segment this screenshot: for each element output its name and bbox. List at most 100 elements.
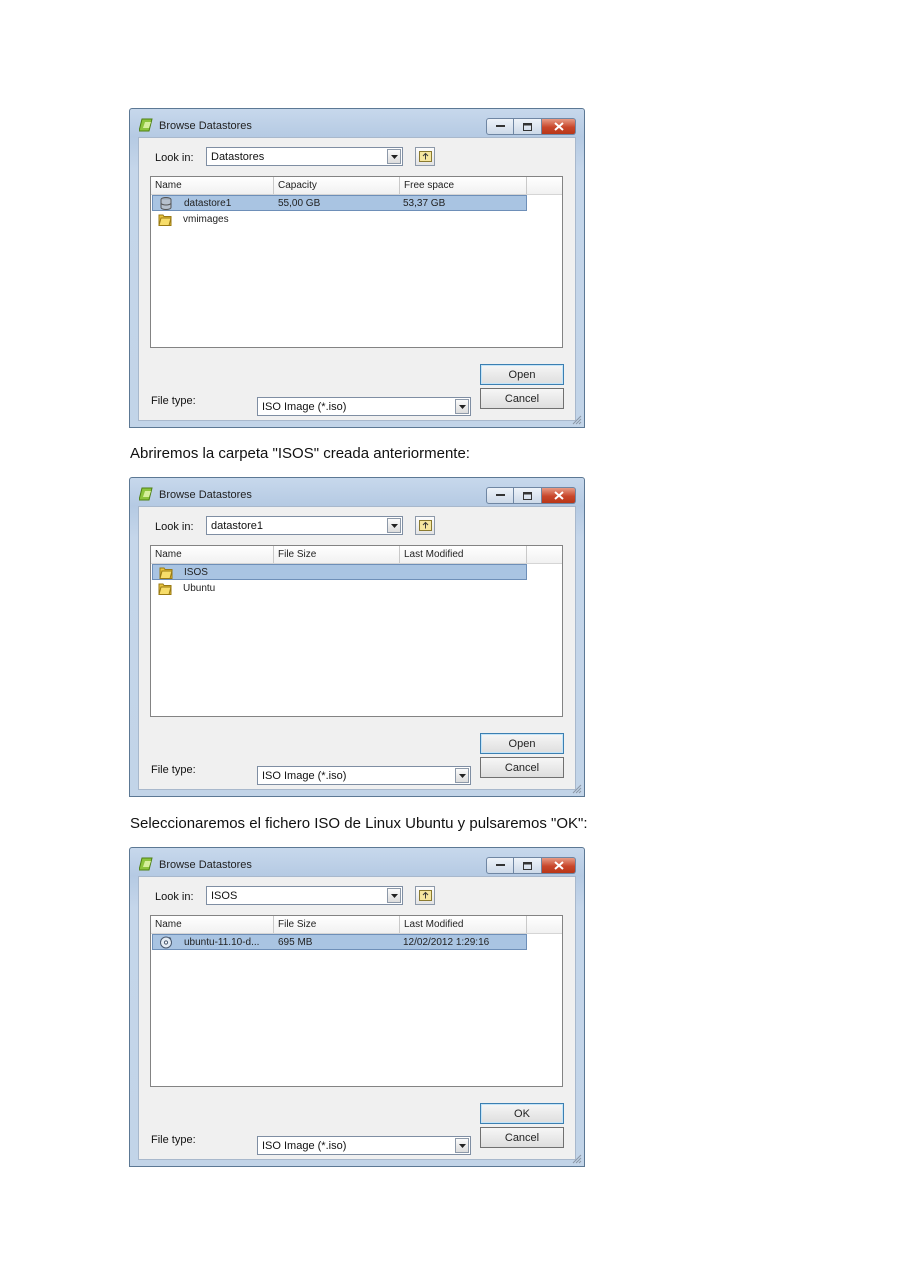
cancel-button[interactable]: Cancel <box>480 388 564 409</box>
close-icon <box>553 491 564 500</box>
column-header-filler <box>527 916 562 933</box>
chevron-down-icon[interactable] <box>455 1138 469 1153</box>
dialog-body: Look in: Datastores Name Capacity Free s… <box>138 137 576 421</box>
minimize-icon <box>495 494 505 496</box>
column-header-last-modified[interactable]: Last Modified <box>400 546 527 563</box>
resize-grip-icon[interactable] <box>570 782 582 794</box>
maximize-icon <box>523 491 532 500</box>
vsphere-app-icon <box>139 118 153 132</box>
look-in-label: Look in: <box>155 521 194 533</box>
file-type-dropdown[interactable]: ISO Image (*.iso) <box>257 397 471 416</box>
chevron-down-icon[interactable] <box>455 399 469 414</box>
list-header: Name File Size Last Modified <box>151 916 562 934</box>
dialog-title: Browse Datastores <box>159 859 252 871</box>
list-item[interactable]: ubuntu-11.10-d... 695 MB 12/02/2012 1:29… <box>152 934 527 950</box>
look-in-label: Look in: <box>155 152 194 164</box>
folder-icon <box>158 583 172 595</box>
look-in-dropdown[interactable]: Datastores <box>206 147 403 166</box>
column-header-name[interactable]: Name <box>151 546 274 563</box>
item-last-modified: 12/02/2012 1:29:16 <box>403 937 490 948</box>
minimize-icon <box>495 125 505 127</box>
dialog-title: Browse Datastores <box>159 489 252 501</box>
column-header-name[interactable]: Name <box>151 177 274 194</box>
database-icon <box>160 197 172 210</box>
vsphere-app-icon <box>139 857 153 871</box>
maximize-button[interactable] <box>514 118 542 135</box>
look-in-label: Look in: <box>155 891 194 903</box>
chevron-down-icon[interactable] <box>387 888 401 903</box>
instruction-caption: Seleccionaremos el fichero ISO de Linux … <box>130 815 588 832</box>
list-item[interactable]: datastore1 55,00 GB 53,37 GB <box>152 195 527 211</box>
list-header: Name Capacity Free space <box>151 177 562 195</box>
folder-up-icon <box>418 890 432 901</box>
list-header: Name File Size Last Modified <box>151 546 562 564</box>
maximize-button[interactable] <box>514 487 542 504</box>
instruction-caption: Abriremos la carpeta "ISOS" creada anter… <box>130 445 470 462</box>
item-capacity: 55,00 GB <box>278 198 321 209</box>
minimize-button[interactable] <box>486 857 514 874</box>
chevron-down-icon[interactable] <box>387 149 401 164</box>
close-icon <box>553 122 564 131</box>
folder-up-icon <box>418 520 432 531</box>
dialog-body: Look in: datastore1 Name File Size Last … <box>138 506 576 790</box>
minimize-button[interactable] <box>486 118 514 135</box>
look-in-value: datastore1 <box>211 520 263 532</box>
open-button[interactable]: Open <box>480 733 564 754</box>
up-one-level-button[interactable] <box>415 886 435 905</box>
open-button[interactable]: Open <box>480 364 564 385</box>
up-one-level-button[interactable] <box>415 147 435 166</box>
resize-grip-icon[interactable] <box>570 413 582 425</box>
item-name: datastore1 <box>184 198 232 209</box>
column-header-free-space[interactable]: Free space <box>400 177 527 194</box>
minimize-button[interactable] <box>486 487 514 504</box>
folder-icon <box>158 214 172 226</box>
ok-button[interactable]: OK <box>480 1103 564 1124</box>
maximize-button[interactable] <box>514 857 542 874</box>
item-name: vmimages <box>183 214 229 225</box>
file-type-label: File type: <box>151 1134 196 1146</box>
close-button[interactable] <box>542 118 576 135</box>
file-type-label: File type: <box>151 395 196 407</box>
look-in-dropdown[interactable]: datastore1 <box>206 516 403 535</box>
column-header-filler <box>527 177 562 194</box>
column-header-file-size[interactable]: File Size <box>274 916 400 933</box>
file-type-value: ISO Image (*.iso) <box>262 1140 347 1152</box>
list-item[interactable]: Ubuntu <box>152 581 527 597</box>
close-button[interactable] <box>542 487 576 504</box>
dialog-body: Look in: ISOS Name File Size Last Modifi… <box>138 876 576 1160</box>
resize-grip-icon[interactable] <box>570 1152 582 1164</box>
list-item[interactable]: ISOS <box>152 564 527 580</box>
file-type-dropdown[interactable]: ISO Image (*.iso) <box>257 766 471 785</box>
file-list[interactable]: Name File Size Last Modified ISOS Ubuntu <box>150 545 563 717</box>
cancel-button[interactable]: Cancel <box>480 1127 564 1148</box>
look-in-dropdown[interactable]: ISOS <box>206 886 403 905</box>
file-list[interactable]: Name File Size Last Modified ubuntu-11.1… <box>150 915 563 1087</box>
column-header-file-size[interactable]: File Size <box>274 546 400 563</box>
up-one-level-button[interactable] <box>415 516 435 535</box>
maximize-icon <box>523 861 532 870</box>
column-header-name[interactable]: Name <box>151 916 274 933</box>
title-bar[interactable]: Browse Datastores <box>130 848 584 876</box>
column-header-capacity[interactable]: Capacity <box>274 177 400 194</box>
folder-up-icon <box>418 151 432 162</box>
disc-icon <box>160 936 172 949</box>
item-name: ubuntu-11.10-d... <box>184 937 260 948</box>
item-file-size: 695 MB <box>278 937 313 948</box>
dialog-title: Browse Datastores <box>159 120 252 132</box>
file-list[interactable]: Name Capacity Free space datastore1 55,0… <box>150 176 563 348</box>
item-name: ISOS <box>184 567 208 578</box>
item-free-space: 53,37 GB <box>403 198 446 209</box>
chevron-down-icon[interactable] <box>387 518 401 533</box>
close-icon <box>553 861 564 870</box>
cancel-button[interactable]: Cancel <box>480 757 564 778</box>
file-type-value: ISO Image (*.iso) <box>262 770 347 782</box>
title-bar[interactable]: Browse Datastores <box>130 478 584 506</box>
close-button[interactable] <box>542 857 576 874</box>
list-item[interactable]: vmimages <box>152 212 527 228</box>
minimize-icon <box>495 864 505 866</box>
file-type-value: ISO Image (*.iso) <box>262 401 347 413</box>
title-bar[interactable]: Browse Datastores <box>130 109 584 137</box>
column-header-last-modified[interactable]: Last Modified <box>400 916 527 933</box>
chevron-down-icon[interactable] <box>455 768 469 783</box>
file-type-dropdown[interactable]: ISO Image (*.iso) <box>257 1136 471 1155</box>
